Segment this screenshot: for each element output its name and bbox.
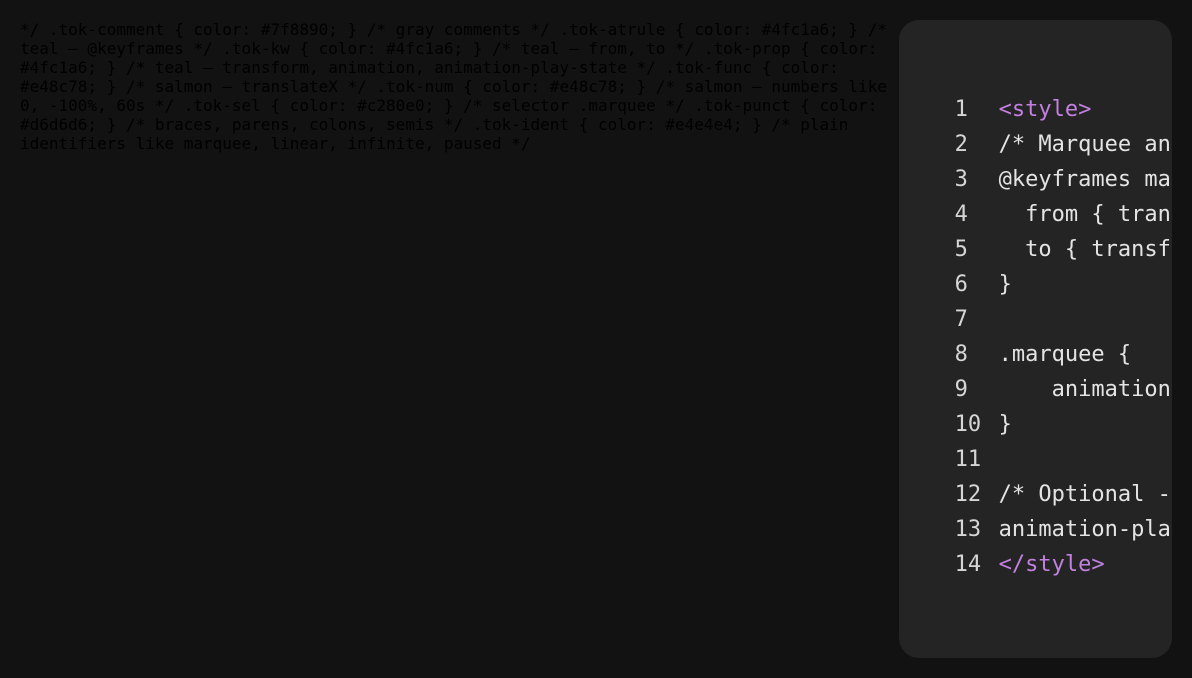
line-number: 1 (955, 92, 999, 127)
code-line[interactable]: 14</style> (955, 547, 1116, 582)
code-token (1105, 202, 1118, 227)
code-token: from (1025, 202, 1078, 227)
line-number: 3 (955, 162, 999, 197)
code-line[interactable]: 9 animation: marquee 60s linear infinite… (955, 372, 1116, 407)
line-number: 5 (955, 232, 999, 267)
code-line[interactable]: 2/* Marquee animation */ (955, 127, 1116, 162)
code-block[interactable]: 1<style>2/* Marquee animation */3@keyfra… (899, 20, 1172, 658)
code-token (1105, 342, 1118, 367)
code-token: animation-play-state (999, 517, 1172, 542)
line-number: 13 (955, 512, 999, 547)
code-token (999, 377, 1052, 402)
line-number: 6 (955, 267, 999, 302)
line-number: 12 (955, 477, 999, 512)
code-line[interactable]: 3@keyframes marquee { (955, 162, 1116, 197)
line-number: 4 (955, 197, 999, 232)
line-number: 10 (955, 407, 999, 442)
code-line[interactable]: 8.marquee { (955, 337, 1116, 372)
line-number: 14 (955, 547, 999, 582)
code-content: .marquee { (999, 337, 1131, 372)
code-token: <style> (999, 97, 1092, 122)
code-content: animation-play-state: paused; (999, 512, 1172, 547)
code-content: from { transform: translateX(0); } (999, 197, 1172, 232)
code-line[interactable]: 13animation-play-state: paused; (955, 512, 1116, 547)
code-token: </style> (999, 552, 1105, 577)
code-content: <style> (999, 92, 1092, 127)
code-content: } (999, 267, 1012, 302)
code-token: /* Optional - Pause on hover */ (999, 482, 1172, 507)
code-token (1052, 237, 1065, 262)
code-token: : (1171, 377, 1172, 402)
code-line[interactable]: 5 to { transform: translateX(-100%); } (955, 232, 1116, 267)
code-token (999, 202, 1026, 227)
code-content: /* Optional - Pause on hover */ (999, 477, 1172, 512)
code-token: to (1025, 237, 1052, 262)
code-token: { (1118, 342, 1131, 367)
code-token (999, 237, 1026, 262)
code-token: transform (1091, 237, 1172, 262)
code-token: transform (1118, 202, 1172, 227)
code-token (1078, 202, 1091, 227)
code-content: animation: marquee 60s linear infinite; (999, 372, 1172, 407)
code-line[interactable]: 6} (955, 267, 1116, 302)
code-content: @keyframes marquee { (999, 162, 1172, 197)
code-line[interactable]: 10} (955, 407, 1116, 442)
code-token: } (999, 272, 1012, 297)
code-line[interactable]: 4 from { transform: translateX(0); } (955, 197, 1116, 232)
code-content: /* Marquee animation */ (999, 127, 1172, 162)
line-number: 8 (955, 337, 999, 372)
line-number: 7 (955, 302, 999, 337)
line-number: 9 (955, 372, 999, 407)
code-token: marquee (1144, 167, 1172, 192)
code-token (1131, 167, 1144, 192)
code-line[interactable]: 1<style> (955, 92, 1116, 127)
code-content: </style> (999, 547, 1105, 582)
code-token: { (1091, 202, 1104, 227)
code-line[interactable]: 12/* Optional - Pause on hover */ (955, 477, 1116, 512)
code-container: 1<style>2/* Marquee animation */3@keyfra… (955, 92, 1116, 582)
code-token: .marquee (999, 342, 1105, 367)
code-token: { (1065, 237, 1078, 262)
code-content: } (999, 407, 1012, 442)
code-token: @keyframes (999, 167, 1131, 192)
code-token (1078, 237, 1091, 262)
line-number: 2 (955, 127, 999, 162)
line-number: 11 (955, 442, 999, 477)
code-line[interactable]: 11 (955, 442, 1116, 477)
code-token: animation (1052, 377, 1171, 402)
code-line[interactable]: 7 (955, 302, 1116, 337)
code-content: to { transform: translateX(-100%); } (999, 232, 1172, 267)
code-token: } (999, 412, 1012, 437)
code-token: /* Marquee animation */ (999, 132, 1172, 157)
